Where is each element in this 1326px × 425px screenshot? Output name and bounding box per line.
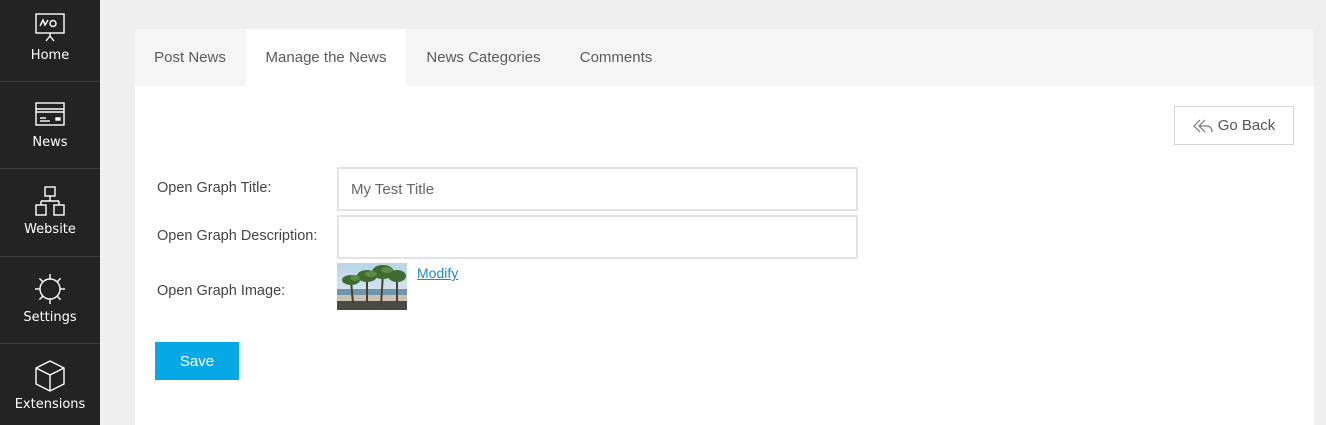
divider <box>0 81 100 82</box>
tab-manage-the-news[interactable]: Manage the News <box>246 29 406 86</box>
og-title-input[interactable] <box>337 167 858 211</box>
sidebar-item-home[interactable]: Home <box>0 10 100 63</box>
sidebar-item-label: Website <box>24 222 76 237</box>
save-button[interactable]: Save <box>155 342 239 380</box>
go-back-button[interactable]: Go Back <box>1174 106 1294 145</box>
modify-image-link[interactable]: Modify <box>417 265 458 281</box>
og-description-label: Open Graph Description: <box>157 228 318 244</box>
sidebar-item-label: Home <box>30 48 70 63</box>
og-image-label: Open Graph Image: <box>157 283 286 299</box>
sidebar-item-label: Settings <box>23 310 77 325</box>
sidebar-item-news[interactable]: News <box>0 97 100 150</box>
reply-arrow-icon <box>1192 119 1213 132</box>
sidebar-item-settings[interactable]: Settings <box>0 272 100 325</box>
sidebar-item-label: Extensions <box>14 397 86 412</box>
sitemap-icon <box>33 184 67 218</box>
main-panel: Post News Manage the News News Categorie… <box>135 29 1314 425</box>
presentation-board-icon <box>33 10 67 44</box>
sidebar-item-extensions[interactable]: Extensions <box>0 359 100 412</box>
divider <box>0 343 100 344</box>
sidebar: Home News Website Settings Extensions <box>0 0 100 425</box>
tab-bar: Post News Manage the News News Categorie… <box>135 29 1314 86</box>
tab-comments[interactable]: Comments <box>561 29 671 86</box>
go-back-label: Go Back <box>1217 117 1276 134</box>
news-card-icon <box>33 97 67 131</box>
tab-news-categories[interactable]: News Categories <box>406 29 561 86</box>
tab-post-news[interactable]: Post News <box>135 29 245 86</box>
og-description-input[interactable] <box>337 215 858 259</box>
og-title-label: Open Graph Title: <box>157 180 272 196</box>
og-image-thumbnail <box>337 263 407 310</box>
sidebar-item-label: News <box>32 135 68 150</box>
sidebar-item-website[interactable]: Website <box>0 184 100 237</box>
gear-icon <box>33 272 67 306</box>
cube-icon <box>33 359 67 393</box>
divider <box>0 256 100 257</box>
divider <box>0 168 100 169</box>
